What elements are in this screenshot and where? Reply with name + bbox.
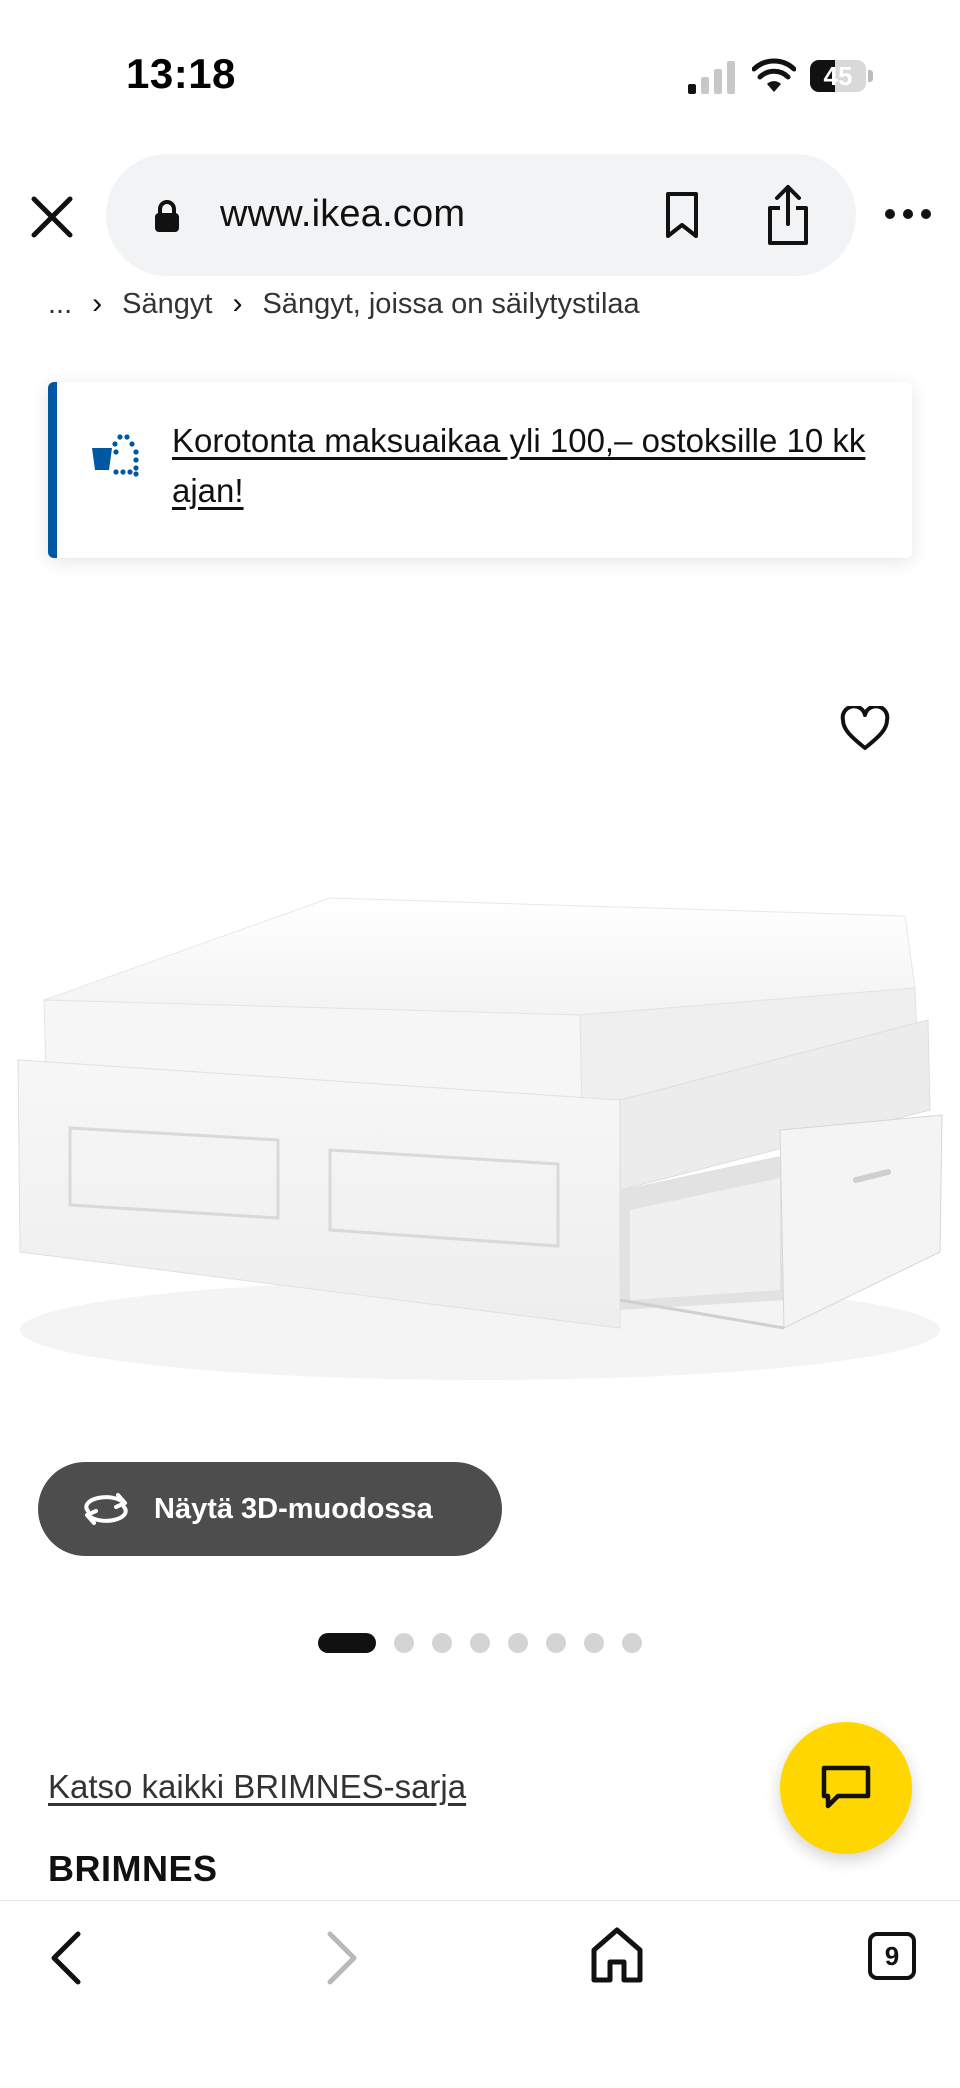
more-options-icon[interactable] bbox=[884, 206, 932, 222]
breadcrumb-item-beds[interactable]: Sängyt bbox=[122, 288, 212, 321]
chat-icon bbox=[821, 1765, 871, 1809]
bookmark-icon[interactable] bbox=[664, 191, 700, 239]
breadcrumb-item-storage-beds[interactable]: Sängyt, joissa on säilytystilaa bbox=[262, 288, 639, 321]
promo-text[interactable]: Korotonta maksuaikaa yli 100,– ostoksill… bbox=[172, 416, 892, 516]
back-icon[interactable] bbox=[46, 1930, 86, 1986]
product-image[interactable] bbox=[0, 860, 960, 1450]
cellular-signal-icon bbox=[688, 61, 735, 94]
chevron-right-icon: › bbox=[232, 287, 243, 320]
breadcrumb-ellipsis[interactable]: ... bbox=[48, 288, 72, 321]
carousel-dot[interactable] bbox=[394, 1633, 414, 1653]
promo-banner[interactable]: Korotonta maksuaikaa yli 100,– ostoksill… bbox=[48, 382, 912, 558]
rotate-3d-icon bbox=[84, 1493, 128, 1525]
carousel-dot[interactable] bbox=[432, 1633, 452, 1653]
tabs-button[interactable]: 9 bbox=[868, 1932, 916, 1980]
wifi-icon bbox=[752, 58, 796, 92]
carousel-dot[interactable] bbox=[546, 1633, 566, 1653]
image-carousel-indicator bbox=[318, 1633, 642, 1653]
close-icon[interactable] bbox=[30, 195, 74, 239]
lock-icon bbox=[155, 200, 179, 232]
breadcrumb: ... › Sängyt › Sängyt, joissa on säilyty… bbox=[48, 284, 640, 324]
home-icon[interactable] bbox=[590, 1926, 644, 1984]
chat-button[interactable] bbox=[780, 1722, 912, 1854]
installment-payment-icon bbox=[92, 434, 139, 477]
view-3d-button[interactable]: Näytä 3D-muodossa bbox=[38, 1462, 502, 1556]
address-bar[interactable] bbox=[106, 154, 856, 276]
carousel-dot[interactable] bbox=[622, 1633, 642, 1653]
carousel-dot[interactable] bbox=[584, 1633, 604, 1653]
product-name: BRIMNES bbox=[48, 1848, 218, 1889]
promo-accent-stripe bbox=[48, 382, 57, 558]
forward-icon[interactable] bbox=[322, 1930, 362, 1986]
view-3d-label: Näytä 3D-muodossa bbox=[154, 1492, 433, 1525]
browser-toolbar bbox=[0, 1900, 960, 2088]
battery-icon: 45 bbox=[810, 60, 874, 92]
url-text[interactable]: www.ikea.com bbox=[220, 193, 465, 236]
status-time: 13:18 bbox=[126, 50, 236, 97]
chevron-right-icon: › bbox=[92, 287, 103, 320]
carousel-dot[interactable] bbox=[508, 1633, 528, 1653]
share-icon[interactable] bbox=[764, 184, 812, 246]
series-link[interactable]: Katso kaikki BRIMNES-sarja bbox=[48, 1768, 466, 1806]
battery-level: 45 bbox=[823, 61, 853, 91]
carousel-dot-active[interactable] bbox=[318, 1633, 376, 1653]
carousel-dot[interactable] bbox=[470, 1633, 490, 1653]
heart-icon[interactable] bbox=[840, 706, 890, 752]
